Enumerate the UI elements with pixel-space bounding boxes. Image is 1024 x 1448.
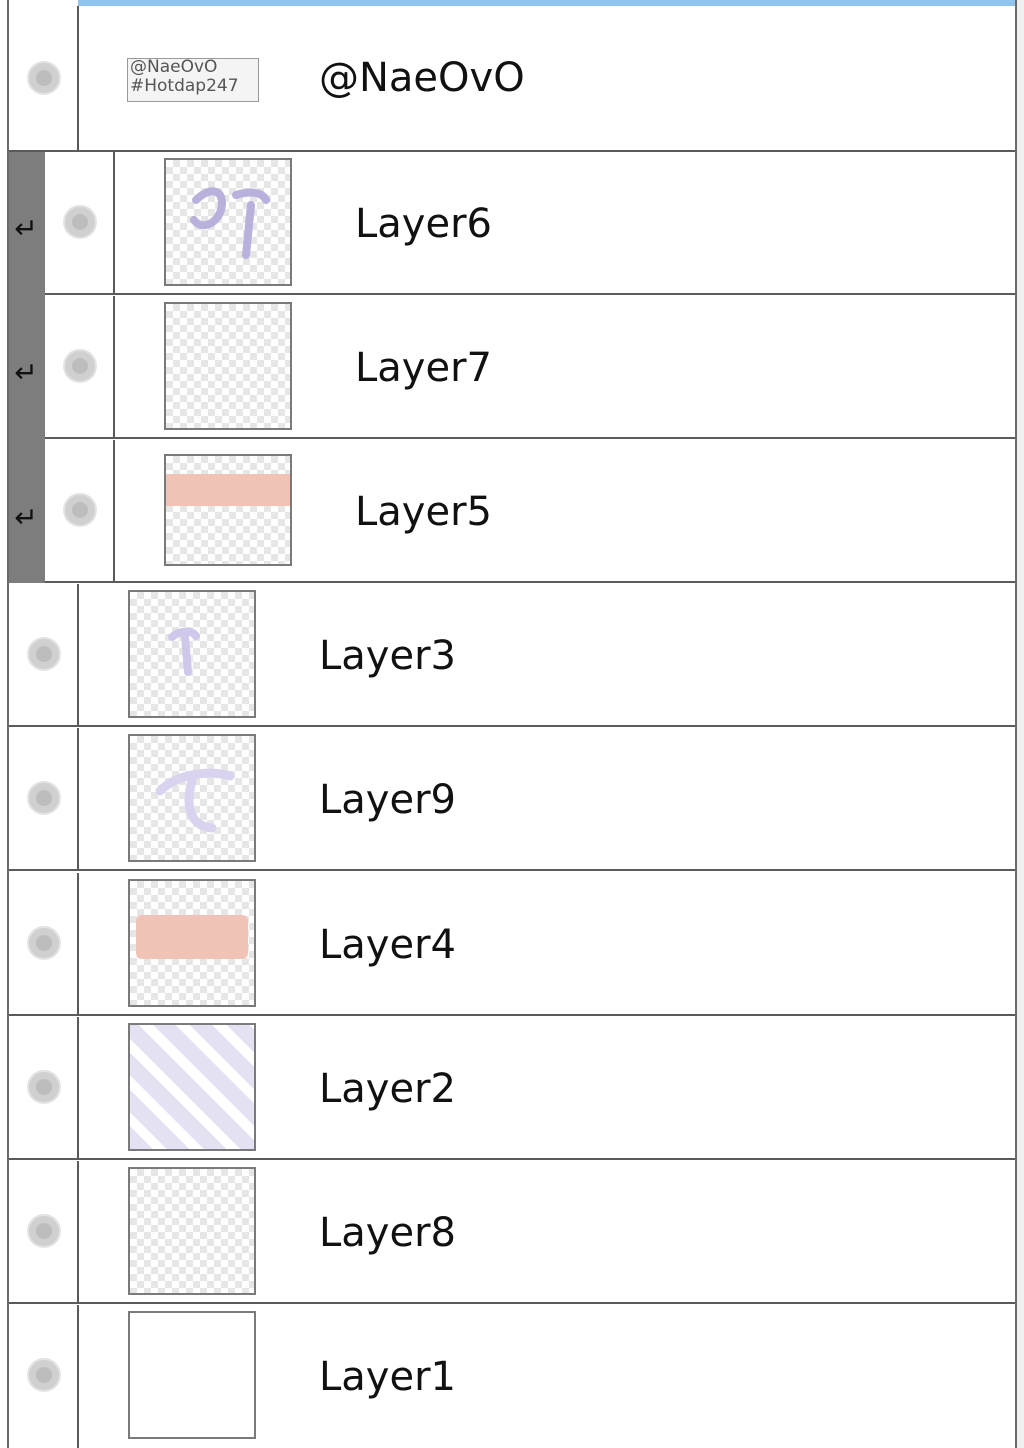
layer-name[interactable]: Layer2 [319, 1065, 456, 1113]
eye-toggle-icon[interactable] [27, 61, 61, 95]
layer-name[interactable]: Layer9 [319, 776, 456, 824]
layer-row[interactable]: Layer2 [8, 1017, 1016, 1160]
layer-name[interactable]: Layer6 [355, 200, 492, 248]
thumbnail-art [168, 627, 200, 676]
thumbnail-art [190, 187, 270, 259]
layer-name[interactable]: Layer8 [319, 1209, 456, 1257]
clipping-arrow-icon: ↵ [14, 501, 38, 534]
layer-thumbnail [128, 734, 256, 862]
layer-thumbnail [128, 879, 256, 1007]
thumb-text: #Hotdap247 [130, 76, 239, 96]
layer-row[interactable]: Layer9 [8, 728, 1016, 871]
layer-row[interactable]: Layer3 [8, 584, 1016, 727]
layer-name[interactable]: @NaeOvO [319, 54, 525, 102]
thumbnail-art [136, 915, 248, 959]
layer-row[interactable]: Layer6 [45, 152, 1016, 295]
eye-toggle-icon[interactable] [63, 493, 97, 527]
layer-row[interactable]: @NaeOvO #Hotdap247 @NaeOvO [8, 6, 1016, 152]
thumb-text: @NaeOvO [130, 58, 218, 77]
thumbnail-art [155, 768, 235, 833]
eye-toggle-icon[interactable] [27, 926, 61, 960]
layer-thumbnail: @NaeOvO #Hotdap247 [127, 58, 259, 102]
eye-toggle-icon[interactable] [27, 1214, 61, 1248]
layer-thumbnail [128, 1023, 256, 1151]
clipping-arrow-icon: ↵ [14, 212, 38, 245]
layer-row[interactable]: Layer1 [8, 1305, 1016, 1448]
layer-thumbnail [128, 590, 256, 718]
layer-thumbnail [164, 302, 292, 430]
layer-name[interactable]: Layer5 [355, 488, 492, 536]
layer-name[interactable]: Layer3 [319, 632, 456, 680]
layer-thumbnail [128, 1167, 256, 1295]
layer-row[interactable]: Layer5 [45, 440, 1016, 583]
eye-toggle-icon[interactable] [27, 637, 61, 671]
layer-name[interactable]: Layer4 [319, 921, 456, 969]
layer-thumbnail [128, 1311, 256, 1439]
eye-toggle-icon[interactable] [27, 1070, 61, 1104]
eye-toggle-icon[interactable] [27, 781, 61, 815]
layer-row[interactable]: Layer4 [8, 873, 1016, 1016]
thumbnail-art [166, 474, 290, 506]
layer-thumbnail [164, 158, 292, 286]
layer-row[interactable]: Layer8 [8, 1161, 1016, 1304]
layer-thumbnail [164, 454, 292, 566]
layer-name[interactable]: Layer1 [319, 1353, 456, 1401]
eye-toggle-icon[interactable] [63, 349, 97, 383]
eye-toggle-icon[interactable] [63, 205, 97, 239]
layer-row[interactable]: Layer7 [45, 296, 1016, 439]
eye-toggle-icon[interactable] [27, 1358, 61, 1392]
layer-name[interactable]: Layer7 [355, 344, 492, 392]
clipping-arrow-icon: ↵ [14, 356, 38, 389]
